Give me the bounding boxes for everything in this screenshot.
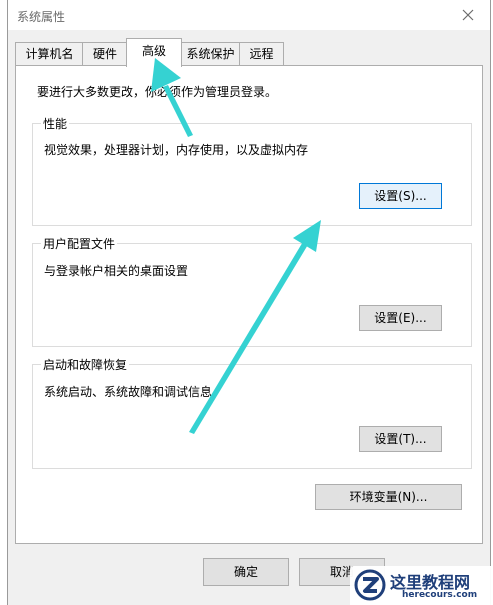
performance-title: 性能 xyxy=(41,115,70,132)
close-icon xyxy=(462,9,474,21)
advanced-tab-panel: 要进行大多数更改，你必须作为管理员登录。 性能 视觉效果，处理器计划，内存使用，… xyxy=(15,65,483,544)
tab-label: 硬件 xyxy=(92,47,117,61)
admin-note: 要进行大多数更改，你必须作为管理员登录。 xyxy=(37,85,278,99)
user-profiles-description: 与登录帐户相关的桌面设置 xyxy=(44,264,189,278)
environment-variables-button[interactable]: 环境变量(N)... xyxy=(315,484,462,510)
tab-advanced[interactable]: 高级 xyxy=(126,38,182,67)
startup-recovery-description: 系统启动、系统故障和调试信息 xyxy=(44,385,213,399)
system-properties-dialog: 系统属性 计算机名 硬件 高级 系统保护 远程 要进行大多数更改，你必须作为管理… xyxy=(7,0,491,605)
button-label: 确定 xyxy=(233,565,258,579)
startup-recovery-title: 启动和故障恢复 xyxy=(41,356,130,373)
tab-system-protection[interactable]: 系统保护 xyxy=(180,42,241,65)
button-label: 设置(T)... xyxy=(374,432,427,446)
startup-recovery-settings-button[interactable]: 设置(T)... xyxy=(359,426,442,452)
button-label: 设置(S)... xyxy=(374,189,427,203)
performance-group: 性能 视觉效果，处理器计划，内存使用，以及虚拟内存 设置(S)... xyxy=(32,115,472,226)
watermark: 这里教程网 herecours.com xyxy=(350,566,493,605)
tab-hardware[interactable]: 硬件 xyxy=(82,42,128,65)
button-label: 设置(E)... xyxy=(374,311,427,325)
tab-remote[interactable]: 远程 xyxy=(239,42,284,65)
tab-label: 高级 xyxy=(141,44,166,58)
title-bar: 系统属性 xyxy=(8,0,490,30)
tab-label: 系统保护 xyxy=(186,47,235,61)
close-button[interactable] xyxy=(446,0,490,30)
button-label: 环境变量(N)... xyxy=(349,490,428,504)
user-profiles-settings-button[interactable]: 设置(E)... xyxy=(359,305,442,331)
window-title: 系统属性 xyxy=(17,10,66,24)
startup-recovery-group: 启动和故障恢复 系统启动、系统故障和调试信息 设置(T)... xyxy=(32,356,472,469)
performance-settings-button[interactable]: 设置(S)... xyxy=(359,183,442,209)
tab-label: 计算机名 xyxy=(25,47,74,61)
tab-label: 远程 xyxy=(249,47,274,61)
tab-computer-name[interactable]: 计算机名 xyxy=(15,42,84,65)
ok-button[interactable]: 确定 xyxy=(203,558,289,586)
user-profiles-group: 用户配置文件 与登录帐户相关的桌面设置 设置(E)... xyxy=(32,235,472,347)
performance-description: 视觉效果，处理器计划，内存使用，以及虚拟内存 xyxy=(44,143,309,157)
user-profiles-title: 用户配置文件 xyxy=(41,235,118,252)
watermark-logo-icon xyxy=(354,569,386,601)
watermark-url: herecours.com xyxy=(402,590,478,600)
